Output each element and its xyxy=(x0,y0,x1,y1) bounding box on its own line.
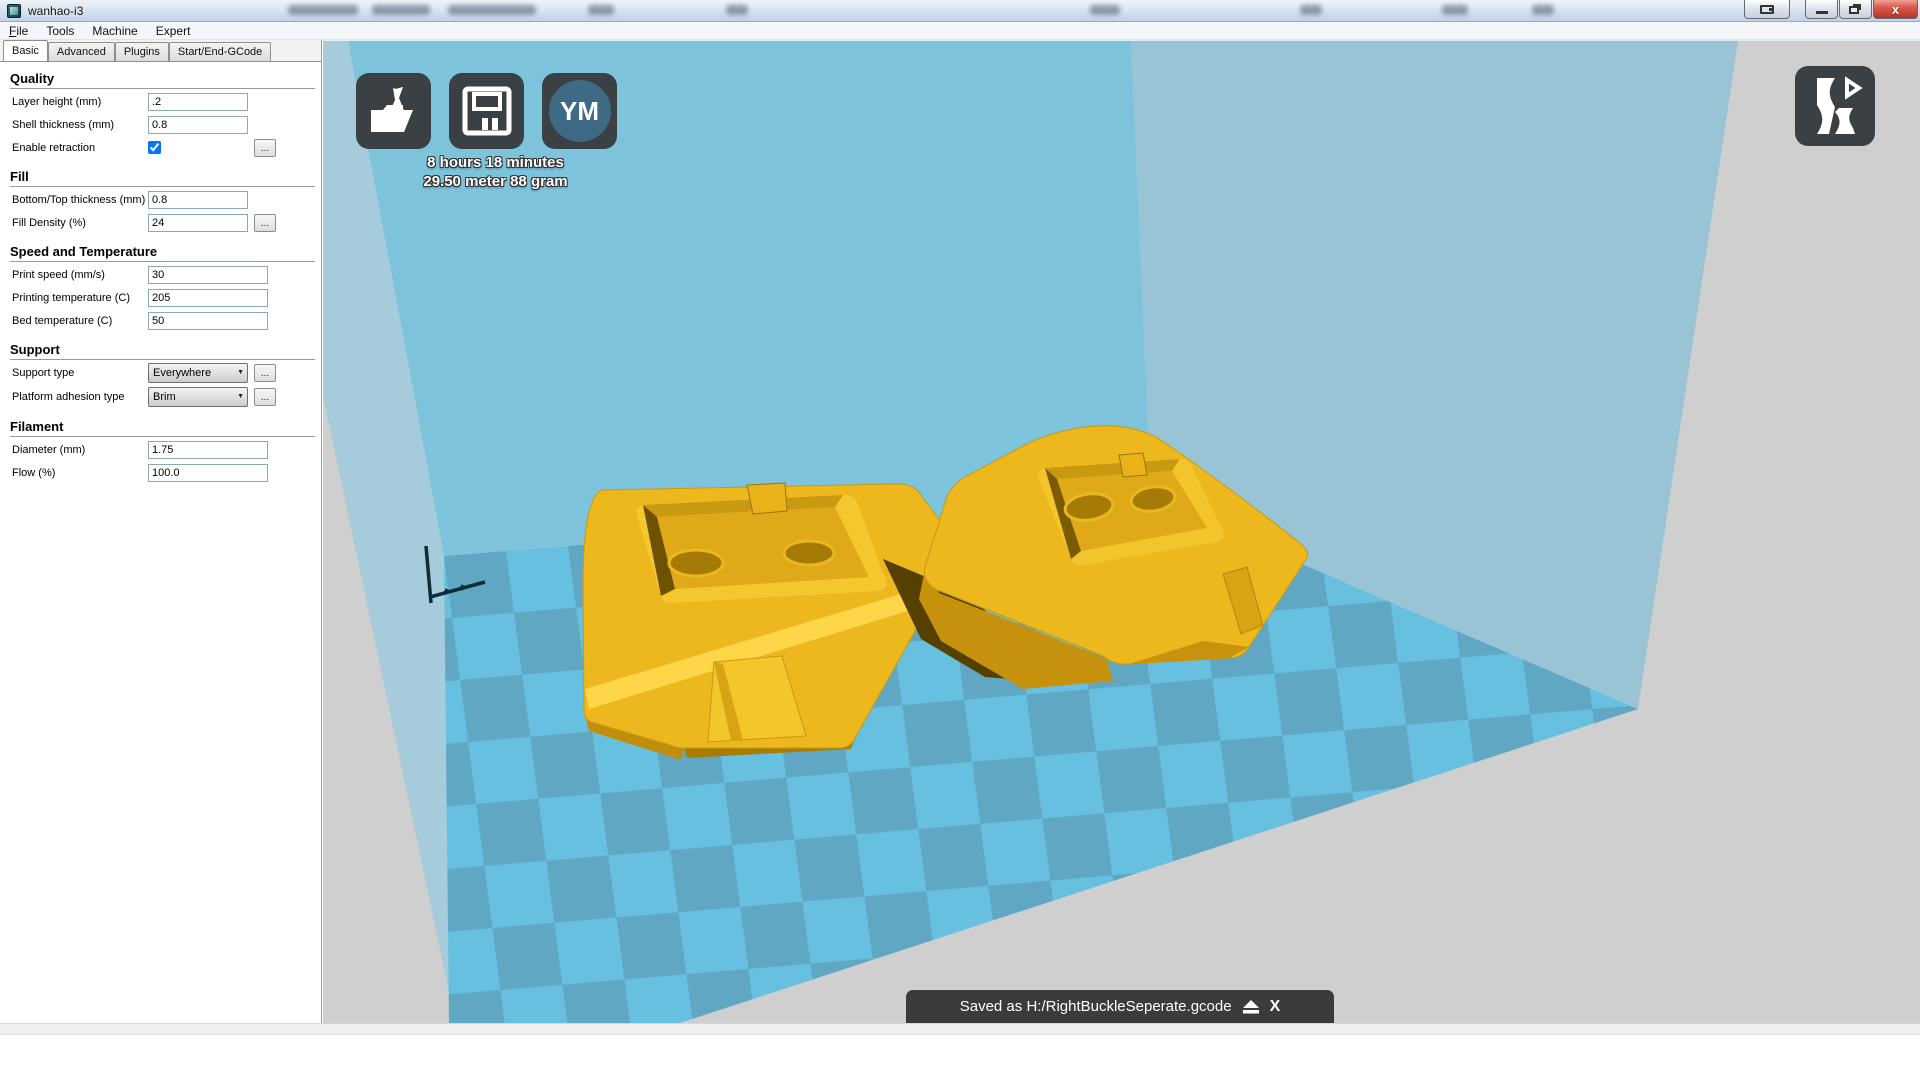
app-icon xyxy=(7,4,21,18)
fill-density-input[interactable] xyxy=(148,214,248,232)
tab-bar: Basic Advanced Plugins Start/End-GCode xyxy=(0,40,321,61)
setting-row: Fill Density (%) ... xyxy=(0,212,321,235)
enable-retraction-label: Enable retraction xyxy=(12,142,95,154)
section-header-quality: Quality xyxy=(10,71,315,89)
support-type-value: Everywhere xyxy=(153,367,211,379)
load-model-icon xyxy=(367,84,421,138)
bottom-top-thickness-label: Bottom/Top thickness (mm) xyxy=(12,194,145,206)
bed-temperature-input[interactable] xyxy=(148,312,268,330)
printing-temperature-input[interactable] xyxy=(148,289,268,307)
load-model-button[interactable] xyxy=(356,73,431,149)
window-bottom-edge xyxy=(0,1023,1920,1035)
saved-notification: Saved as H:/RightBuckleSeperate.gcode X xyxy=(906,990,1334,1023)
share-youmagine-button[interactable]: YM xyxy=(542,73,617,149)
setting-row: Bottom/Top thickness (mm) xyxy=(0,189,321,212)
bottom-top-thickness-input[interactable] xyxy=(148,191,248,209)
setting-row: Bed temperature (C) xyxy=(0,310,321,333)
menu-expert[interactable]: Expert xyxy=(147,23,200,39)
tab-basic[interactable]: Basic xyxy=(3,40,48,61)
setting-row: Layer height (mm) xyxy=(0,91,321,114)
3d-viewport[interactable]: YM 8 hours 18 minutes 29.50 meter 88 gra… xyxy=(323,40,1920,1023)
maximize-button[interactable] xyxy=(1839,0,1872,19)
retraction-more-button[interactable]: ... xyxy=(254,139,276,157)
screw-hole xyxy=(669,550,723,576)
section-header-filament: Filament xyxy=(10,419,315,437)
view-mode-button[interactable] xyxy=(1795,66,1875,146)
setting-row: Shell thickness (mm) xyxy=(0,114,321,137)
menu-tools[interactable]: Tools xyxy=(37,23,83,39)
notification-close-button[interactable]: X xyxy=(1270,998,1281,1016)
section-header-fill: Fill xyxy=(10,169,315,187)
tab-plugins[interactable]: Plugins xyxy=(115,42,169,61)
print-speed-input[interactable] xyxy=(148,266,268,284)
display-icon xyxy=(1760,5,1774,14)
basic-settings-panel: Quality Layer height (mm) Shell thicknes… xyxy=(0,61,321,1023)
menu-machine[interactable]: Machine xyxy=(83,23,146,39)
eject-icon[interactable] xyxy=(1242,999,1260,1015)
layer-height-input[interactable] xyxy=(148,93,248,111)
menu-file[interactable]: File xyxy=(0,23,37,39)
diameter-label: Diameter (mm) xyxy=(12,444,85,456)
setting-row: Support type Everywhere ▼ ... xyxy=(0,362,321,386)
platform-adhesion-value: Brim xyxy=(153,391,176,403)
support-type-label: Support type xyxy=(12,367,74,379)
chevron-down-icon: ▼ xyxy=(237,393,244,400)
settings-sidebar: Basic Advanced Plugins Start/End-GCode Q… xyxy=(0,40,322,1023)
close-icon: x xyxy=(1892,2,1899,17)
aux-window-button[interactable] xyxy=(1744,0,1790,19)
platform-adhesion-dropdown[interactable]: Brim ▼ xyxy=(148,387,248,407)
tab-advanced[interactable]: Advanced xyxy=(48,42,115,61)
setting-row: Printing temperature (C) xyxy=(0,287,321,310)
fill-density-label: Fill Density (%) xyxy=(12,217,86,229)
menu-bar: File Tools Machine Expert xyxy=(0,22,1920,40)
view-mode-icon xyxy=(1795,66,1875,146)
setting-row: Platform adhesion type Brim ▼ ... xyxy=(0,386,321,410)
setting-row: Diameter (mm) xyxy=(0,439,321,462)
screw-hole xyxy=(784,541,834,565)
support-type-dropdown[interactable]: Everywhere ▼ xyxy=(148,363,248,383)
setting-row: Print speed (mm/s) xyxy=(0,264,321,287)
bed-temperature-label: Bed temperature (C) xyxy=(12,315,112,327)
support-more-button[interactable]: ... xyxy=(254,364,276,382)
youmagine-label: YM xyxy=(560,96,599,127)
restore-icon xyxy=(1849,6,1859,14)
tab-start-end-gcode[interactable]: Start/End-GCode xyxy=(169,42,271,61)
save-toolpath-button[interactable] xyxy=(449,73,524,149)
enable-retraction-checkbox[interactable] xyxy=(148,141,161,154)
window-title: wanhao-i3 xyxy=(28,4,83,18)
print-material: 29.50 meter 88 gram xyxy=(323,172,668,191)
flow-label: Flow (%) xyxy=(12,467,55,479)
adhesion-more-button[interactable]: ... xyxy=(254,388,276,406)
shell-thickness-input[interactable] xyxy=(148,116,248,134)
setting-row: Enable retraction ... xyxy=(0,137,321,160)
youmagine-icon: YM xyxy=(549,80,611,142)
printing-temperature-label: Printing temperature (C) xyxy=(12,292,130,304)
close-button[interactable]: x xyxy=(1873,0,1918,19)
save-toolpath-icon xyxy=(460,84,514,138)
print-summary: 8 hours 18 minutes 29.50 meter 88 gram xyxy=(323,153,668,191)
section-header-speed-temperature: Speed and Temperature xyxy=(10,244,315,262)
print-speed-label: Print speed (mm/s) xyxy=(12,269,105,281)
platform-adhesion-label: Platform adhesion type xyxy=(12,391,125,403)
minimize-icon xyxy=(1816,11,1828,14)
layer-height-label: Layer height (mm) xyxy=(12,96,101,108)
setting-row: Flow (%) xyxy=(0,462,321,485)
minimize-button[interactable] xyxy=(1805,0,1838,19)
cura-window: wanhao-i3 x File Tools Machine Expert Ba… xyxy=(0,0,1920,1080)
chevron-down-icon: ▼ xyxy=(237,369,244,376)
flow-input[interactable] xyxy=(148,464,268,482)
shell-thickness-label: Shell thickness (mm) xyxy=(12,119,114,131)
fill-density-more-button[interactable]: ... xyxy=(254,214,276,232)
viewport-toolbar: YM xyxy=(356,73,617,149)
section-header-support: Support xyxy=(10,342,315,360)
saved-notification-text: Saved as H:/RightBuckleSeperate.gcode xyxy=(960,998,1232,1015)
window-titlebar[interactable]: wanhao-i3 x xyxy=(0,0,1920,22)
diameter-input[interactable] xyxy=(148,441,268,459)
print-time: 8 hours 18 minutes xyxy=(323,153,668,172)
